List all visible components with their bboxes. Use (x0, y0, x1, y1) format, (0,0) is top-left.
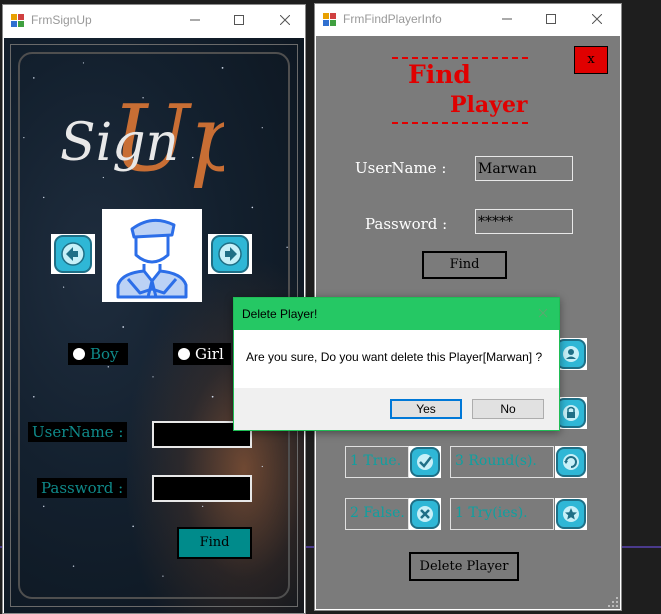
close-button[interactable] (581, 8, 613, 32)
yes-button[interactable]: Yes (390, 399, 462, 419)
tries-count: 1 Try(ies). (455, 505, 528, 521)
tries-icon-box (555, 498, 587, 530)
heading-player: Player (450, 92, 528, 118)
tries-box: 1 Try(ies). (450, 498, 554, 530)
true-count-box: 1 True. (345, 446, 409, 478)
check-icon (410, 447, 440, 477)
next-avatar-button[interactable] (208, 234, 252, 274)
maximize-button[interactable] (535, 8, 567, 32)
window-title: FrmFindPlayerInfo (343, 12, 442, 26)
dialog-titlebar[interactable]: Delete Player! (234, 298, 559, 330)
rounds-box: 3 Round(s). (450, 446, 554, 478)
username-input[interactable]: Marwan (475, 156, 573, 181)
rounds-icon-box (555, 446, 587, 478)
app-icon (323, 13, 336, 26)
password-input[interactable]: ***** (475, 209, 573, 234)
minimize-button[interactable] (179, 9, 211, 33)
close-icon (279, 14, 291, 26)
find-titlebar[interactable]: FrmFindPlayerInfo (315, 4, 621, 35)
radio-girl[interactable]: Girl (173, 343, 231, 365)
false-icon-box (409, 498, 441, 530)
maximize-icon (546, 14, 556, 24)
username-label: UserName : (28, 422, 128, 442)
avatar-image (102, 209, 202, 302)
maximize-icon (234, 15, 244, 25)
find-button[interactable]: Find (177, 527, 252, 559)
rounds-count: 3 Round(s). (455, 453, 537, 469)
x-mark-icon (410, 499, 440, 529)
resize-grip-icon[interactable] (608, 597, 618, 607)
heading-find: Find (408, 60, 471, 89)
logo-text-sign: Sign (60, 113, 179, 173)
prev-avatar-button[interactable] (51, 234, 95, 274)
dialog-body: Are you sure, Do you want delete this Pl… (234, 330, 559, 388)
boy-avatar-icon (116, 218, 188, 299)
delete-confirm-dialog: Delete Player! Are you sure, Do you want… (233, 297, 560, 431)
close-icon[interactable] (535, 305, 551, 321)
find-button[interactable]: Find (422, 251, 507, 279)
radio-boy[interactable]: Boy (68, 343, 128, 365)
heading-rule-bottom (392, 122, 528, 124)
true-icon-box (409, 446, 441, 478)
close-icon (591, 13, 603, 25)
star-icon (556, 499, 586, 529)
close-button[interactable] (269, 9, 301, 33)
password-label: Password : (37, 478, 128, 498)
false-count-box: 2 False. (345, 498, 409, 530)
signup-titlebar[interactable]: FrmSignUp (3, 5, 305, 37)
false-count: 2 False. (350, 505, 405, 521)
arrow-right-icon (211, 235, 249, 273)
password-input[interactable] (152, 475, 252, 502)
no-button[interactable]: No (472, 399, 544, 419)
arrow-left-icon (54, 235, 92, 273)
heading-rule-top (392, 57, 528, 59)
refresh-icon (556, 447, 586, 477)
username-label: UserName : (355, 159, 447, 177)
window-title: FrmSignUp (31, 13, 92, 27)
radio-indicator (178, 348, 190, 360)
form-close-button[interactable]: x (574, 46, 608, 74)
app-icon (11, 14, 24, 27)
password-label: Password : (365, 215, 448, 233)
radio-boy-label: Boy (90, 345, 119, 363)
radio-girl-label: Girl (195, 345, 224, 363)
maximize-button[interactable] (223, 9, 255, 33)
delete-player-button[interactable]: Delete Player (409, 552, 519, 581)
signup-logo: Up Sign (60, 85, 224, 188)
minimize-button[interactable] (491, 8, 523, 32)
radio-indicator (73, 348, 85, 360)
minimize-icon (190, 19, 200, 21)
true-count: 1 True. (350, 453, 402, 469)
dialog-title: Delete Player! (242, 307, 318, 321)
dialog-message: Are you sure, Do you want delete this Pl… (246, 350, 543, 364)
minimize-icon (502, 18, 512, 20)
